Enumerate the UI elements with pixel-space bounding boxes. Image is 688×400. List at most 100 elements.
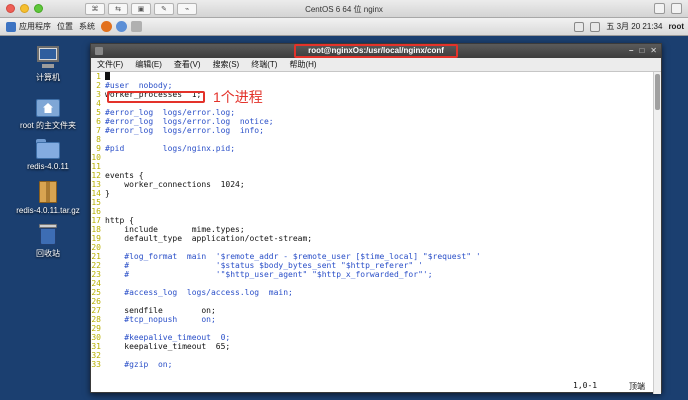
line-number: 15	[91, 198, 101, 207]
line-number: 32	[91, 351, 101, 360]
archive-icon	[35, 180, 61, 204]
code-text: events {	[105, 171, 144, 180]
line-number: 16	[91, 207, 101, 216]
code-line: 11	[91, 162, 654, 171]
desktop-icon-trash[interactable]: 回收站	[10, 222, 86, 259]
host-tool-5-icon[interactable]: ⌁	[177, 2, 197, 15]
menu-search[interactable]: 搜索(S)	[213, 59, 240, 70]
volume-icon[interactable]	[590, 21, 601, 32]
code-line: 25 #access_log logs/access.log main;	[91, 288, 654, 297]
line-number: 6	[96, 117, 101, 126]
code-line: 15	[91, 198, 654, 207]
code-line: 32	[91, 351, 654, 360]
host-tool-1-icon[interactable]: ⌘	[85, 2, 105, 15]
line-number: 25	[91, 288, 101, 297]
trash-icon	[35, 222, 61, 246]
code-line: 26	[91, 297, 654, 306]
terminal-title-bar[interactable]: root@nginxOs:/usr/local/nginx/conf – □ ✕	[91, 44, 661, 58]
line-number: 21	[91, 252, 101, 261]
line-number: 4	[96, 99, 101, 108]
window-controls	[6, 4, 43, 13]
code-line: 18 include mime.types;	[91, 225, 654, 234]
menu-file[interactable]: 文件(F)	[97, 59, 123, 70]
line-number: 24	[91, 279, 101, 288]
line-number: 20	[91, 243, 101, 252]
host-tool-2-icon[interactable]: ⇆	[108, 2, 128, 15]
line-number: 8	[96, 135, 101, 144]
line-number: 31	[91, 342, 101, 351]
code-line: 27 sendfile on;	[91, 306, 654, 315]
system-menu[interactable]: 系统	[79, 21, 95, 32]
code-line: 16	[91, 207, 654, 216]
host-fullscreen-icon[interactable]	[671, 3, 682, 14]
mail-icon[interactable]	[116, 21, 127, 32]
places-menu[interactable]: 位置	[57, 21, 73, 32]
code-line: 13 worker_connections 1024;	[91, 180, 654, 189]
code-line: 10	[91, 153, 654, 162]
line-number: 1	[96, 72, 101, 81]
close-window-button[interactable]	[6, 4, 15, 13]
desktop-icon-redis-folder[interactable]: redis-4.0.11	[10, 136, 86, 171]
terminal-scrollbar[interactable]	[653, 72, 661, 394]
code-line: 8	[91, 135, 654, 144]
menu-view[interactable]: 查看(V)	[174, 59, 201, 70]
code-text: #error_log logs/error.log notice;	[105, 117, 274, 126]
minimize-window-button[interactable]	[20, 4, 29, 13]
code-line: 29	[91, 324, 654, 333]
applications-menu[interactable]: 应用程序	[6, 21, 51, 32]
code-line: 12 events {	[91, 171, 654, 180]
notes-icon[interactable]	[131, 21, 142, 32]
code-text: worker_connections 1024;	[105, 180, 245, 189]
scrollbar-thumb[interactable]	[655, 74, 660, 110]
host-share-icon[interactable]	[654, 3, 665, 14]
clock[interactable]: 五 3月 20 21:34	[606, 21, 662, 32]
terminal-close-button[interactable]: ✕	[650, 46, 657, 55]
terminal-menubar: 文件(F) 编辑(E) 查看(V) 搜索(S) 终端(T) 帮助(H)	[91, 58, 661, 72]
line-number: 18	[91, 225, 101, 234]
desktop-icon-computer[interactable]: 计算机	[10, 46, 86, 83]
cursor-position: 1,0-1	[573, 381, 598, 390]
line-number: 19	[91, 234, 101, 243]
menu-help[interactable]: 帮助(H)	[289, 59, 316, 70]
panel-tray: 五 3月 20 21:34 root	[574, 21, 684, 32]
code-text: }	[105, 189, 110, 198]
host-toolbar: ⌘ ⇆ ▣ ✎ ⌁	[85, 2, 197, 15]
menu-terminal[interactable]: 终端(T)	[251, 59, 277, 70]
host-tool-4-icon[interactable]: ✎	[154, 2, 174, 15]
code-text: include mime.types;	[105, 225, 245, 234]
line-number: 10	[91, 153, 101, 162]
firefox-icon[interactable]	[101, 21, 112, 32]
code-line: 2 #user nobody;	[91, 81, 654, 90]
zoom-window-button[interactable]	[34, 4, 43, 13]
network-icon[interactable]	[574, 21, 585, 32]
menu-edit[interactable]: 编辑(E)	[135, 59, 162, 70]
line-number: 5	[96, 108, 101, 117]
desktop-icon-home[interactable]: root 的主文件夹	[10, 94, 86, 131]
host-tool-3-icon[interactable]: ▣	[131, 2, 151, 15]
code-line: 30 #keepalive_timeout 0;	[91, 333, 654, 342]
line-number: 29	[91, 324, 101, 333]
code-text: #log_format main '$remote_addr - $remote…	[105, 252, 481, 261]
code-text: #pid logs/nginx.pid;	[105, 144, 236, 153]
code-text: # '$status $body_bytes_sent "$http_refer…	[105, 261, 423, 270]
line-number: 2	[96, 81, 101, 90]
folder-icon	[35, 136, 61, 160]
places-menu-label: 位置	[57, 22, 73, 31]
vim-editor-area[interactable]: 1 2 #user nobody; 3 worker_processes 1; 4 5 #er…	[91, 72, 654, 378]
terminal-minimize-button[interactable]: –	[629, 46, 633, 55]
code-text: #keepalive_timeout 0;	[105, 333, 231, 342]
code-text: #tcp_nopush on;	[105, 315, 216, 324]
user-menu[interactable]: root	[668, 22, 684, 31]
desktop-icon-redis-archive[interactable]: redis-4.0.11.tar.gz	[10, 180, 86, 215]
code-text: #access_log logs/access.log main;	[105, 288, 293, 297]
computer-icon	[35, 46, 61, 70]
code-text: #user nobody;	[105, 81, 173, 90]
code-line: 33 #gzip on;	[91, 360, 654, 369]
code-line: 23 # '"$http_user_agent" "$http_x_forwar…	[91, 270, 654, 279]
terminal-window-menu-icon[interactable]	[95, 47, 103, 55]
worker-processes-highlight	[107, 91, 205, 103]
code-line: 28 #tcp_nopush on;	[91, 315, 654, 324]
terminal-maximize-button[interactable]: □	[639, 46, 644, 55]
gnome-foot-icon	[6, 21, 16, 32]
line-number: 26	[91, 297, 101, 306]
